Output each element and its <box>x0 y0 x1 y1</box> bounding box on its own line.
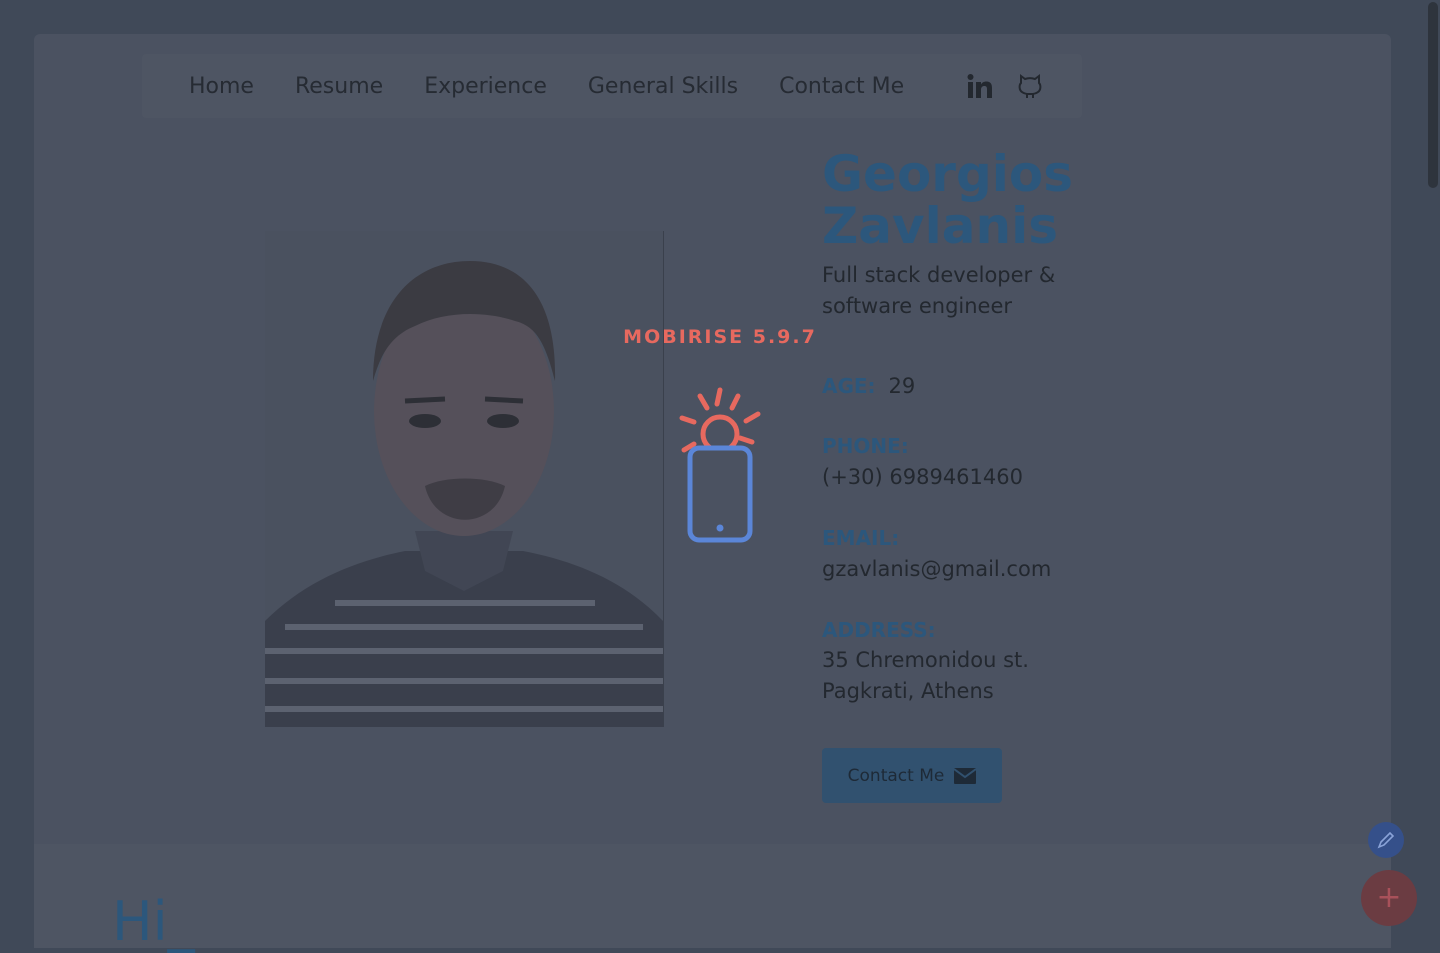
phone-label: PHONE: <box>822 434 909 458</box>
profile-role: Full stack developer & software engineer <box>822 263 1056 318</box>
github-icon[interactable] <box>1016 72 1044 100</box>
mobirise-loading-overlay: MOBIRISE 5.9.7 <box>620 326 820 556</box>
envelope-icon <box>954 767 977 784</box>
email-label: EMAIL: <box>822 526 900 550</box>
mobile-phone-icon <box>679 387 761 543</box>
nav-general-skills[interactable]: General Skills <box>588 74 738 99</box>
age-label: AGE: 29 <box>822 374 915 398</box>
age-value: 29 <box>888 374 916 398</box>
address-line-1: 35 Chremonidou st. <box>822 648 1029 672</box>
profile-photo <box>265 231 664 727</box>
contact-me-button[interactable]: Contact Me <box>822 748 1002 803</box>
email-value: gzavlanis@gmail.com <box>822 557 1052 581</box>
intro-heading: Hi_ <box>112 890 195 953</box>
phone-value: (+30) 6989461460 <box>822 465 1023 489</box>
add-block-button[interactable]: + <box>1361 870 1417 926</box>
contact-me-button-label: Contact Me <box>847 765 945 786</box>
nav-resume[interactable]: Resume <box>295 74 383 99</box>
linkedin-icon[interactable] <box>966 72 994 100</box>
nav-experience[interactable]: Experience <box>424 74 547 99</box>
nav-home[interactable]: Home <box>189 74 254 99</box>
edit-pencil-button[interactable] <box>1368 822 1404 858</box>
plus-icon: + <box>1376 880 1402 915</box>
name-first: Georgios <box>822 145 1074 203</box>
profile-name: Georgios Zavlanis <box>822 148 1073 252</box>
pencil-icon <box>1377 831 1395 849</box>
name-last: Zavlanis <box>822 197 1058 255</box>
nav-contact-me[interactable]: Contact Me <box>779 74 904 99</box>
address-line-2: Pagkrati, Athens <box>822 679 994 703</box>
social-icons <box>966 72 1044 100</box>
age-label-text: AGE: <box>822 374 876 398</box>
page-scrollbar[interactable] <box>1426 0 1440 948</box>
address-label: ADDRESS: <box>822 618 936 642</box>
profile-photo-illustration <box>265 231 663 727</box>
top-navbar: Home Resume Experience General Skills Co… <box>142 54 1082 118</box>
mobirise-brand-text: MOBIRISE 5.9.7 <box>623 326 817 348</box>
scrollbar-thumb[interactable] <box>1428 2 1438 188</box>
intro-section: Hi_ <box>34 844 1391 952</box>
